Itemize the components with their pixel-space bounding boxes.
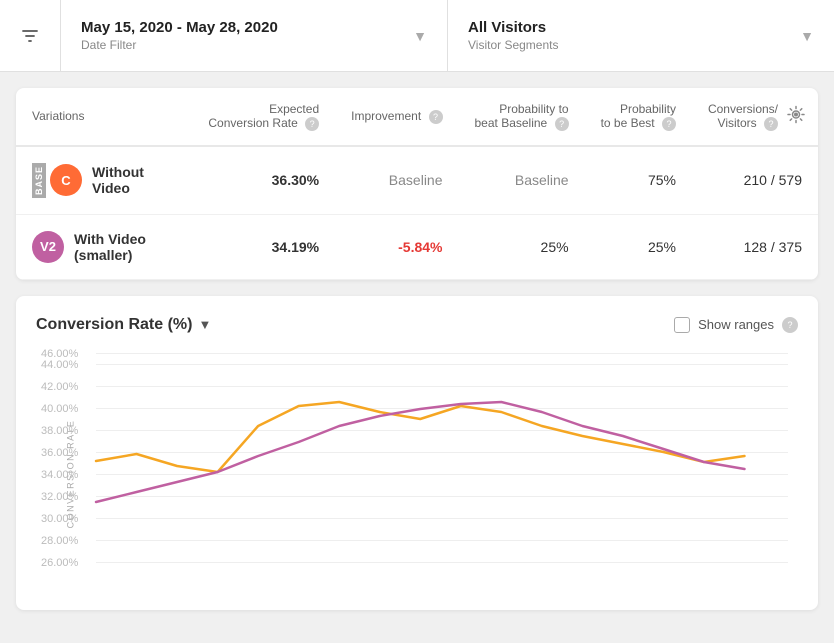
grid-label: 26.00% [41, 557, 78, 569]
segment-filter-section[interactable]: All Visitors Visitor Segments ▼ [448, 0, 834, 71]
v2-name: With Video (smaller) [74, 231, 176, 263]
v2-line [96, 402, 745, 502]
variations-table: Variations ExpectedConversion Rate ? I [16, 88, 818, 280]
control-improvement: Baseline [335, 146, 458, 215]
date-filter-section[interactable]: May 15, 2020 - May 28, 2020 Date Filter … [61, 0, 448, 71]
segment-filter-label: All Visitors [468, 19, 559, 36]
v2-ecr: 34.19% [192, 214, 335, 279]
show-ranges-label: Show ranges [698, 317, 774, 332]
table-header-row: Variations ExpectedConversion Rate ? I [16, 88, 818, 146]
chart-title-dropdown-icon: ▼ [198, 317, 211, 332]
prob-best-help-icon[interactable]: ? [662, 117, 676, 131]
table-settings-icon[interactable] [786, 105, 806, 125]
ecr-col-header: ExpectedConversion Rate [208, 102, 319, 130]
chart-title[interactable]: Conversion Rate (%) ▼ [36, 316, 211, 334]
control-prob-best: 75% [585, 146, 692, 215]
filter-icon [20, 26, 40, 46]
chart-inner: 46.00% 44.00% 42.00% 40.00% [96, 354, 788, 594]
improvement-help-icon[interactable]: ? [429, 110, 443, 124]
v2-prob-best: 25% [585, 214, 692, 279]
segment-filter-sublabel: Visitor Segments [468, 38, 559, 52]
table-body: BASE C Without Video 36.30% Baseline Bas… [16, 146, 818, 280]
main-content: Variations ExpectedConversion Rate ? I [0, 72, 834, 626]
variations-filter-icon[interactable] [90, 110, 102, 122]
table-row: V2 With Video (smaller) 34.19% -5.84% 25… [16, 214, 818, 279]
grid-label: 36.00% [41, 447, 78, 459]
grid-label: 40.00% [41, 403, 78, 415]
control-badge: C [50, 164, 82, 196]
filter-bar: May 15, 2020 - May 28, 2020 Date Filter … [0, 0, 834, 72]
table-row: BASE C Without Video 36.30% Baseline Bas… [16, 146, 818, 215]
grid-label: 42.00% [41, 381, 78, 393]
control-prob-beat: Baseline [459, 146, 585, 215]
filter-icon-wrap [0, 0, 61, 71]
grid-label: 28.00% [41, 535, 78, 547]
table-wrap: Variations ExpectedConversion Rate ? I [16, 88, 818, 280]
control-ecr: 36.30% [192, 146, 335, 215]
date-filter-sublabel: Date Filter [81, 38, 278, 52]
grid-label: 30.00% [41, 513, 78, 525]
grid-label: 38.00% [41, 425, 78, 437]
conversions-help-icon[interactable]: ? [764, 117, 778, 131]
prob-beat-help-icon[interactable]: ? [555, 117, 569, 131]
v2-badge: V2 [32, 231, 64, 263]
improvement-col-header: Improvement [351, 109, 421, 123]
variations-col-header: Variations [32, 109, 176, 123]
v2-conversions: 128 / 375 [692, 214, 818, 279]
date-filter-label: May 15, 2020 - May 28, 2020 [81, 19, 278, 36]
chart-header: Conversion Rate (%) ▼ Show ranges ? [36, 316, 798, 334]
grid-label: 44.00% [41, 359, 78, 371]
segment-filter-chevron: ▼ [800, 28, 814, 44]
show-ranges-checkbox[interactable] [674, 317, 690, 333]
control-line [96, 402, 745, 472]
date-filter-chevron: ▼ [413, 28, 427, 44]
base-label: BASE [32, 163, 46, 198]
control-name: Without Video [92, 164, 176, 196]
variations-table-card: Variations ExpectedConversion Rate ? I [16, 88, 818, 280]
show-ranges-help-icon[interactable]: ? [782, 317, 798, 333]
chart-card: Conversion Rate (%) ▼ Show ranges ? CONV… [16, 296, 818, 610]
v2-improvement: -5.84% [335, 214, 458, 279]
show-ranges-control[interactable]: Show ranges ? [674, 317, 798, 333]
chart-title-text: Conversion Rate (%) [36, 316, 192, 334]
control-conversions: 210 / 579 [692, 146, 818, 215]
ecr-help-icon[interactable]: ? [305, 117, 319, 131]
grid-label: 32.00% [41, 491, 78, 503]
v2-prob-beat: 25% [459, 214, 585, 279]
chart-svg [96, 354, 788, 574]
chart-area: CONVERSION RATE 46.00% 44.00% 42.00% [36, 354, 798, 594]
grid-label: 34.00% [41, 469, 78, 481]
